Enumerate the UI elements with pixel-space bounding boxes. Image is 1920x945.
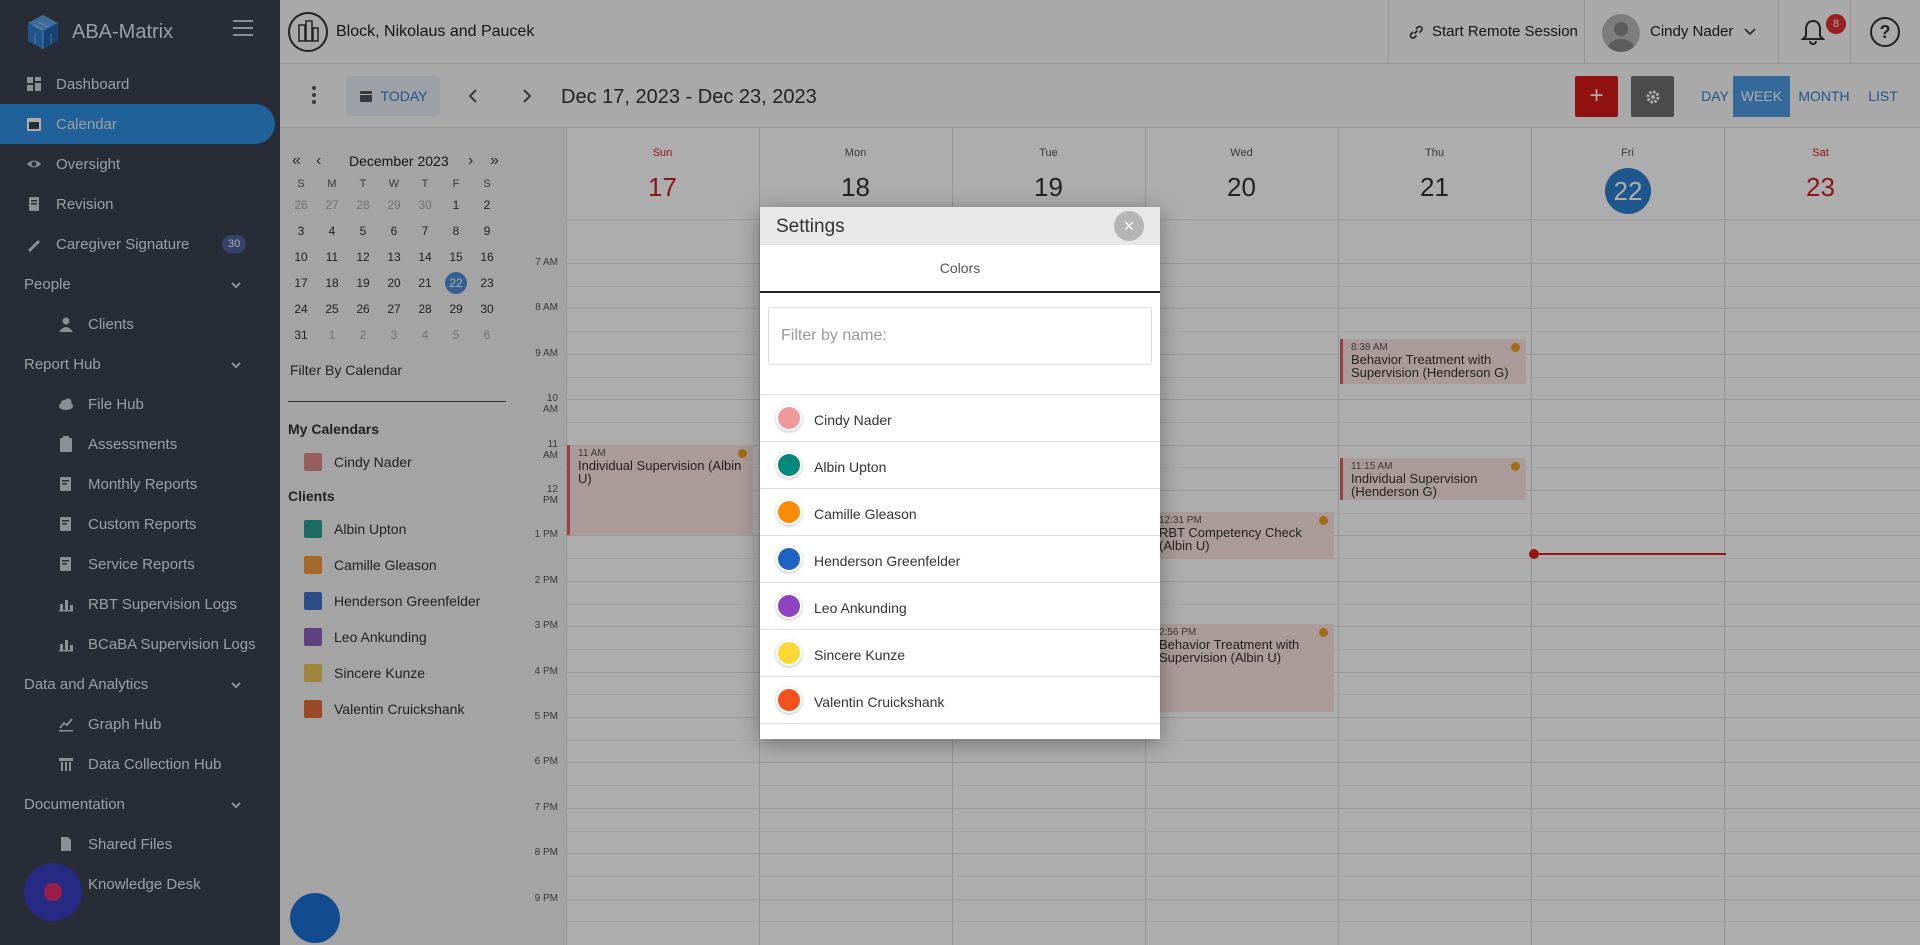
settings-modal: Settings × Colors Cindy Nader Albin Upton… (760, 207, 1160, 739)
color-row-label: Sincere Kunze (814, 647, 906, 663)
modal-header: Settings × (760, 207, 1160, 245)
modal-title: Settings (776, 216, 845, 237)
color-row: Leo Ankunding (760, 583, 1160, 630)
color-row: Valentin Cruickshank (760, 677, 1160, 724)
color-row: Cindy Nader (760, 395, 1160, 442)
color-picker-swatch[interactable] (778, 454, 800, 476)
color-picker-swatch[interactable] (778, 642, 800, 664)
color-picker-swatch[interactable] (778, 689, 800, 711)
color-row-label: Camille Gleason (814, 506, 917, 522)
color-row-label: Cindy Nader (814, 412, 892, 428)
close-icon[interactable]: × (1114, 211, 1144, 241)
color-picker-swatch[interactable] (778, 501, 800, 523)
color-row: Camille Gleason (760, 489, 1160, 536)
color-row: Henderson Greenfelder (760, 536, 1160, 583)
color-row-label: Henderson Greenfelder (814, 553, 961, 569)
color-row-label: Valentin Cruickshank (814, 694, 945, 710)
filter-by-name-input[interactable] (769, 308, 1151, 364)
tab-colors[interactable]: Colors (760, 245, 1160, 293)
color-list: Cindy Nader Albin Upton Camille Gleason Hen… (760, 394, 1160, 724)
color-picker-swatch[interactable] (778, 548, 800, 570)
color-picker-swatch[interactable] (778, 595, 800, 617)
color-row: Albin Upton (760, 442, 1160, 489)
color-row-label: Leo Ankunding (814, 600, 907, 616)
color-row: Sincere Kunze (760, 630, 1160, 677)
color-picker-swatch[interactable] (778, 407, 800, 429)
filter-box (768, 307, 1152, 365)
color-row-label: Albin Upton (814, 459, 887, 475)
